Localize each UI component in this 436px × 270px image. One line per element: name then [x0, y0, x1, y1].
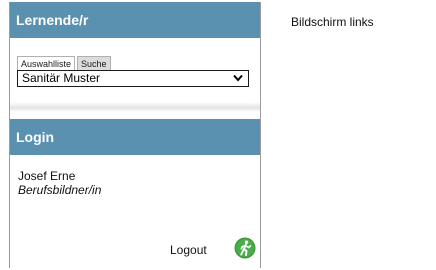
login-section-header: Login	[10, 119, 260, 155]
screen-caption: Bildschirm links	[291, 15, 374, 29]
logout-icon[interactable]	[234, 237, 256, 259]
learner-tabs: Auswahlliste Suche	[17, 54, 113, 72]
logout-link[interactable]: Logout	[170, 243, 207, 257]
learner-select[interactable]: Sanitär Muster	[17, 70, 249, 87]
user-name: Josef Erne	[18, 169, 76, 183]
learner-select-value: Sanitär Muster	[22, 71, 101, 85]
learner-section-header: Lernende/r	[10, 2, 260, 38]
section-divider	[10, 102, 260, 112]
learner-section-title: Lernende/r	[16, 12, 89, 28]
user-role: Berufsbildner/in	[18, 183, 102, 197]
left-panel: Lernende/r Auswahlliste Suche Sanitär Mus…	[9, 2, 261, 268]
chevron-down-icon	[233, 74, 243, 82]
login-section-title: Login	[16, 129, 55, 145]
